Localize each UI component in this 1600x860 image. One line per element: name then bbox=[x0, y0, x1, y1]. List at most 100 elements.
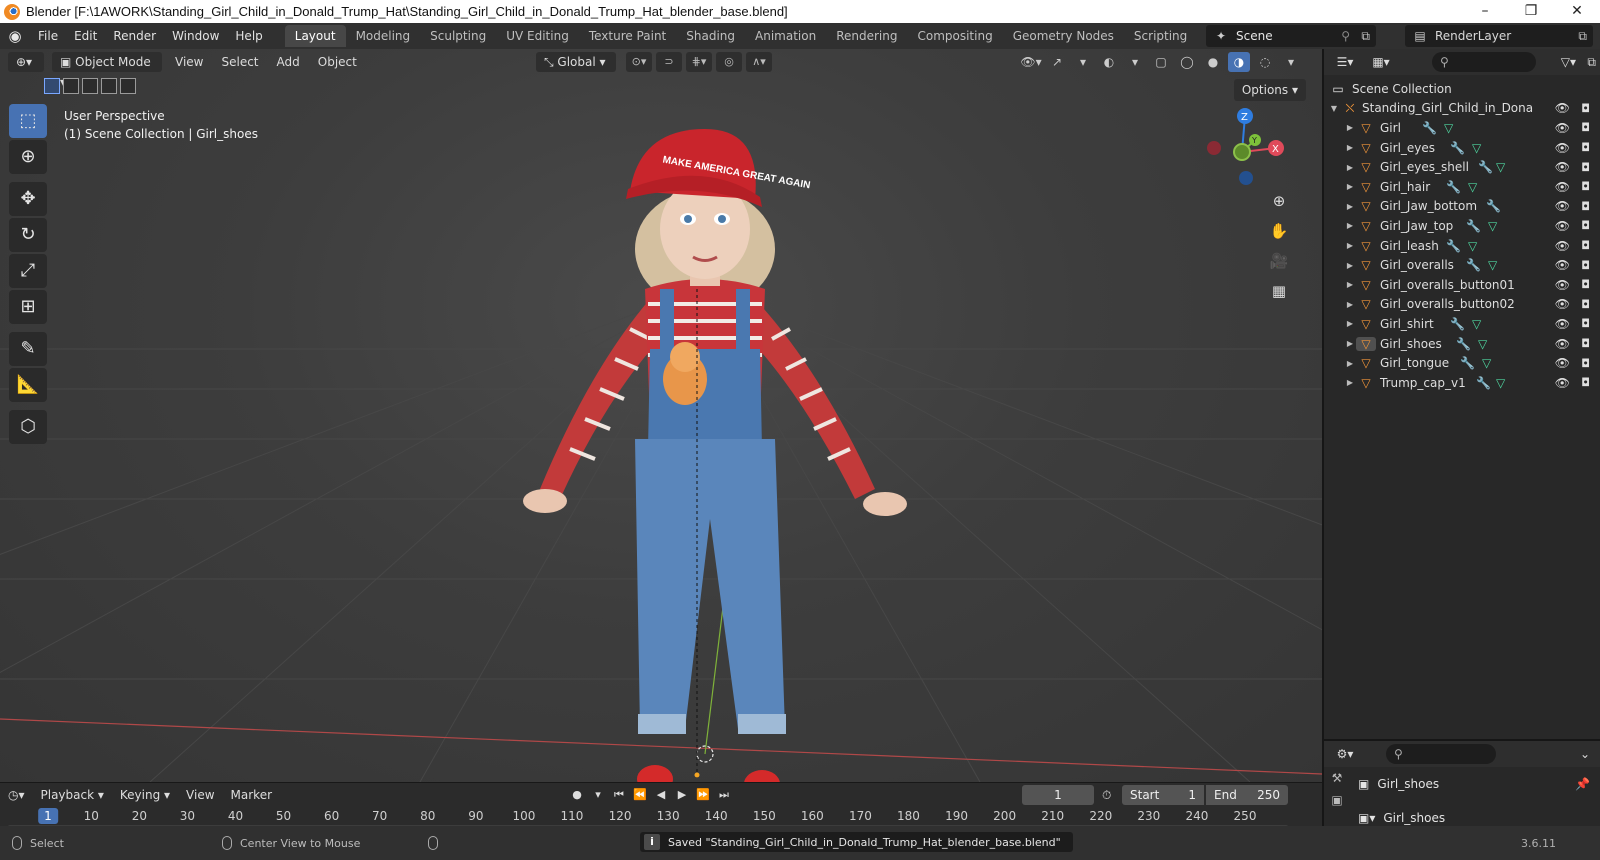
mesh-data-icon[interactable]: ▽ bbox=[1468, 180, 1477, 194]
timeline-editor-type-icon[interactable]: ◷▾ bbox=[0, 783, 33, 807]
mesh-data-icon[interactable]: ▽ bbox=[1472, 317, 1481, 331]
render-camera-icon[interactable]: ◘ bbox=[1581, 102, 1590, 115]
wireframe-shading-icon[interactable]: ◯ bbox=[1176, 52, 1198, 72]
scale-tool-icon[interactable]: ⤢ bbox=[9, 254, 47, 288]
menu-object[interactable]: Object bbox=[309, 49, 366, 75]
pin-icon[interactable]: ⚲ bbox=[1341, 29, 1350, 43]
tab-texture-paint[interactable]: Texture Paint bbox=[579, 25, 676, 47]
tab-geometry-nodes[interactable]: Geometry Nodes bbox=[1003, 25, 1124, 47]
mesh-data-icon[interactable]: ▽ bbox=[1478, 337, 1487, 351]
render-camera-icon[interactable]: ◘ bbox=[1581, 180, 1590, 193]
mesh-data-icon[interactable]: ▽ bbox=[1496, 160, 1505, 174]
eye-icon[interactable]: 👁 bbox=[1555, 356, 1570, 370]
menu-file[interactable]: File bbox=[30, 23, 66, 49]
expand-right-icon[interactable]: ▶ bbox=[1344, 261, 1356, 270]
eye-icon[interactable]: 👁 bbox=[1555, 297, 1570, 311]
eye-icon[interactable]: 👁 bbox=[1555, 317, 1570, 331]
outliner-row-object[interactable]: ▶ ▽ Girl_tongue 🔧 ▽ 👁 ◘ bbox=[1324, 353, 1600, 373]
outliner-row-object[interactable]: ▶ ▽ Girl_hair 🔧 ▽ 👁 ◘ bbox=[1324, 177, 1600, 197]
transform-orientation-selector[interactable]: ⤡ Global ▾ bbox=[536, 52, 616, 72]
eye-icon[interactable]: 👁 bbox=[1555, 258, 1570, 272]
eye-icon[interactable]: 👁 bbox=[1555, 160, 1570, 174]
pivot-icon[interactable]: ⊙▾ bbox=[626, 52, 652, 72]
editor-type-button[interactable]: ⊕▾ bbox=[8, 52, 44, 72]
material-shading-icon[interactable]: ◑ bbox=[1228, 52, 1250, 72]
outliner-row-object[interactable]: ▶ ▽ Girl 🔧 ▽ 👁 ◘ bbox=[1324, 118, 1600, 138]
outliner-row-object[interactable]: ▶ ▽ Girl_leash 🔧 ▽ 👁 ◘ bbox=[1324, 236, 1600, 256]
modifier-wrench-icon[interactable]: 🔧 bbox=[1486, 199, 1501, 213]
mesh-data-icon[interactable]: ▽ bbox=[1488, 258, 1497, 272]
next-keyframe-icon[interactable]: ⏩ bbox=[694, 785, 712, 805]
maximize-button[interactable]: ❐ bbox=[1508, 0, 1554, 23]
menu-keying[interactable]: Keying ▾ bbox=[112, 783, 178, 807]
snap-target-icon[interactable]: ⋕▾ bbox=[686, 52, 712, 72]
expand-right-icon[interactable]: ▶ bbox=[1344, 163, 1356, 172]
timeline-ruler[interactable]: 1 10 20 30 40 50 60 70 80 90 100 110 120 130 140 150 160… bbox=[0, 807, 1300, 825]
blender-menu-icon[interactable]: ◉ bbox=[0, 27, 30, 45]
modifier-wrench-icon[interactable]: 🔧 bbox=[1422, 121, 1437, 135]
eye-icon[interactable]: 👁 bbox=[1555, 180, 1570, 194]
tab-scripting[interactable]: Scripting bbox=[1124, 25, 1197, 47]
expand-right-icon[interactable]: ▶ bbox=[1344, 241, 1356, 250]
outliner-row-object[interactable]: ▶ ▽ Girl_Jaw_top 🔧 ▽ 👁 ◘ bbox=[1324, 216, 1600, 236]
eye-icon[interactable]: 👁 bbox=[1555, 239, 1570, 253]
tab-sculpting[interactable]: Sculpting bbox=[420, 25, 496, 47]
record-icon[interactable]: ● bbox=[568, 785, 586, 805]
minimize-button[interactable]: – bbox=[1462, 0, 1508, 23]
menu-render[interactable]: Render bbox=[105, 23, 164, 49]
properties-search-input[interactable]: ⚲ bbox=[1386, 744, 1496, 764]
tab-modeling[interactable]: Modeling bbox=[346, 25, 421, 47]
measure-tool-icon[interactable]: 📐 bbox=[9, 368, 47, 402]
render-camera-icon[interactable]: ◘ bbox=[1581, 337, 1590, 350]
modifier-wrench-icon[interactable]: 🔧 bbox=[1478, 160, 1493, 174]
mesh-data-icon[interactable]: ▽ bbox=[1482, 356, 1491, 370]
eye-icon[interactable]: 👁 bbox=[1555, 376, 1570, 390]
expand-right-icon[interactable]: ▶ bbox=[1344, 123, 1356, 132]
zoom-icon[interactable]: ⊕ bbox=[1265, 189, 1293, 213]
outliner-row-object[interactable]: ▶ ▽ Girl_Jaw_bottom 🔧 👁 ◘ bbox=[1324, 197, 1600, 217]
tool-tab-icon[interactable]: ⚒ bbox=[1332, 771, 1343, 785]
render-camera-icon[interactable]: ◘ bbox=[1581, 161, 1590, 174]
select-box-tool-icon[interactable]: ⬚ bbox=[9, 104, 47, 138]
select-invert-icon[interactable] bbox=[101, 78, 117, 94]
current-frame-field[interactable]: 1 bbox=[1022, 785, 1094, 805]
eye-icon[interactable]: 👁 bbox=[1555, 199, 1570, 213]
eye-icon[interactable]: 👁 bbox=[1555, 121, 1570, 135]
select-intersect-icon[interactable] bbox=[120, 78, 136, 94]
outliner-row-object[interactable]: ▶ ▽ Trump_cap_v1 🔧 ▽ 👁 ◘ bbox=[1324, 373, 1600, 393]
mesh-data-icon[interactable]: ▽ bbox=[1488, 219, 1497, 233]
select-new-icon[interactable] bbox=[44, 78, 60, 94]
render-tab-icon[interactable]: ▣ bbox=[1331, 793, 1342, 807]
mode-selector[interactable]: ▣ Object Mode ▾ bbox=[52, 52, 162, 89]
outliner-row-object[interactable]: ▶ ▽ Girl_eyes_shell 🔧 ▽ 👁 ◘ bbox=[1324, 157, 1600, 177]
outliner-row-root[interactable]: ▼ ⛌ Standing_Girl_Child_in_Dona 👁 ◘ bbox=[1324, 99, 1600, 119]
proportional-edit-icon[interactable]: ◎ bbox=[716, 52, 742, 72]
filter-icon[interactable]: ▽▾ bbox=[1561, 55, 1576, 69]
new-layer-icon[interactable]: ⧉ bbox=[1578, 29, 1587, 44]
menu-help[interactable]: Help bbox=[227, 23, 270, 49]
menu-add[interactable]: Add bbox=[268, 49, 309, 75]
render-camera-icon[interactable]: ◘ bbox=[1581, 200, 1590, 213]
close-button[interactable]: ✕ bbox=[1554, 0, 1600, 23]
jump-start-icon[interactable]: ⏮ bbox=[610, 785, 628, 805]
select-subtract-icon[interactable] bbox=[82, 78, 98, 94]
expand-right-icon[interactable]: ▶ bbox=[1344, 182, 1356, 191]
modifier-wrench-icon[interactable]: 🔧 bbox=[1450, 141, 1465, 155]
start-frame-field[interactable]: Start 1 bbox=[1122, 785, 1204, 805]
tab-rendering[interactable]: Rendering bbox=[826, 25, 907, 47]
outliner-row-object[interactable]: ▶ ▽ Girl_shirt 🔧 ▽ 👁 ◘ bbox=[1324, 314, 1600, 334]
current-frame-marker[interactable]: 1 bbox=[38, 808, 58, 824]
modifier-wrench-icon[interactable]: 🔧 bbox=[1446, 239, 1461, 253]
properties-editor-type-icon[interactable]: ⚙▾ bbox=[1330, 747, 1360, 761]
pin-icon[interactable]: 📌 bbox=[1575, 777, 1590, 791]
scene-selector[interactable]: ✦ Scene ⚲ ⧉ bbox=[1206, 25, 1376, 47]
visibility-icon[interactable]: 👁▾ bbox=[1020, 52, 1042, 72]
render-camera-icon[interactable]: ◘ bbox=[1581, 259, 1590, 272]
annotate-tool-icon[interactable]: ✎ bbox=[9, 332, 47, 366]
mesh-data-icon[interactable]: ▽ bbox=[1468, 239, 1477, 253]
render-camera-icon[interactable]: ◘ bbox=[1581, 141, 1590, 154]
expand-right-icon[interactable]: ▶ bbox=[1344, 319, 1356, 328]
tab-shading[interactable]: Shading bbox=[676, 25, 745, 47]
menu-view[interactable]: View bbox=[166, 49, 212, 75]
render-camera-icon[interactable]: ◘ bbox=[1581, 278, 1590, 291]
